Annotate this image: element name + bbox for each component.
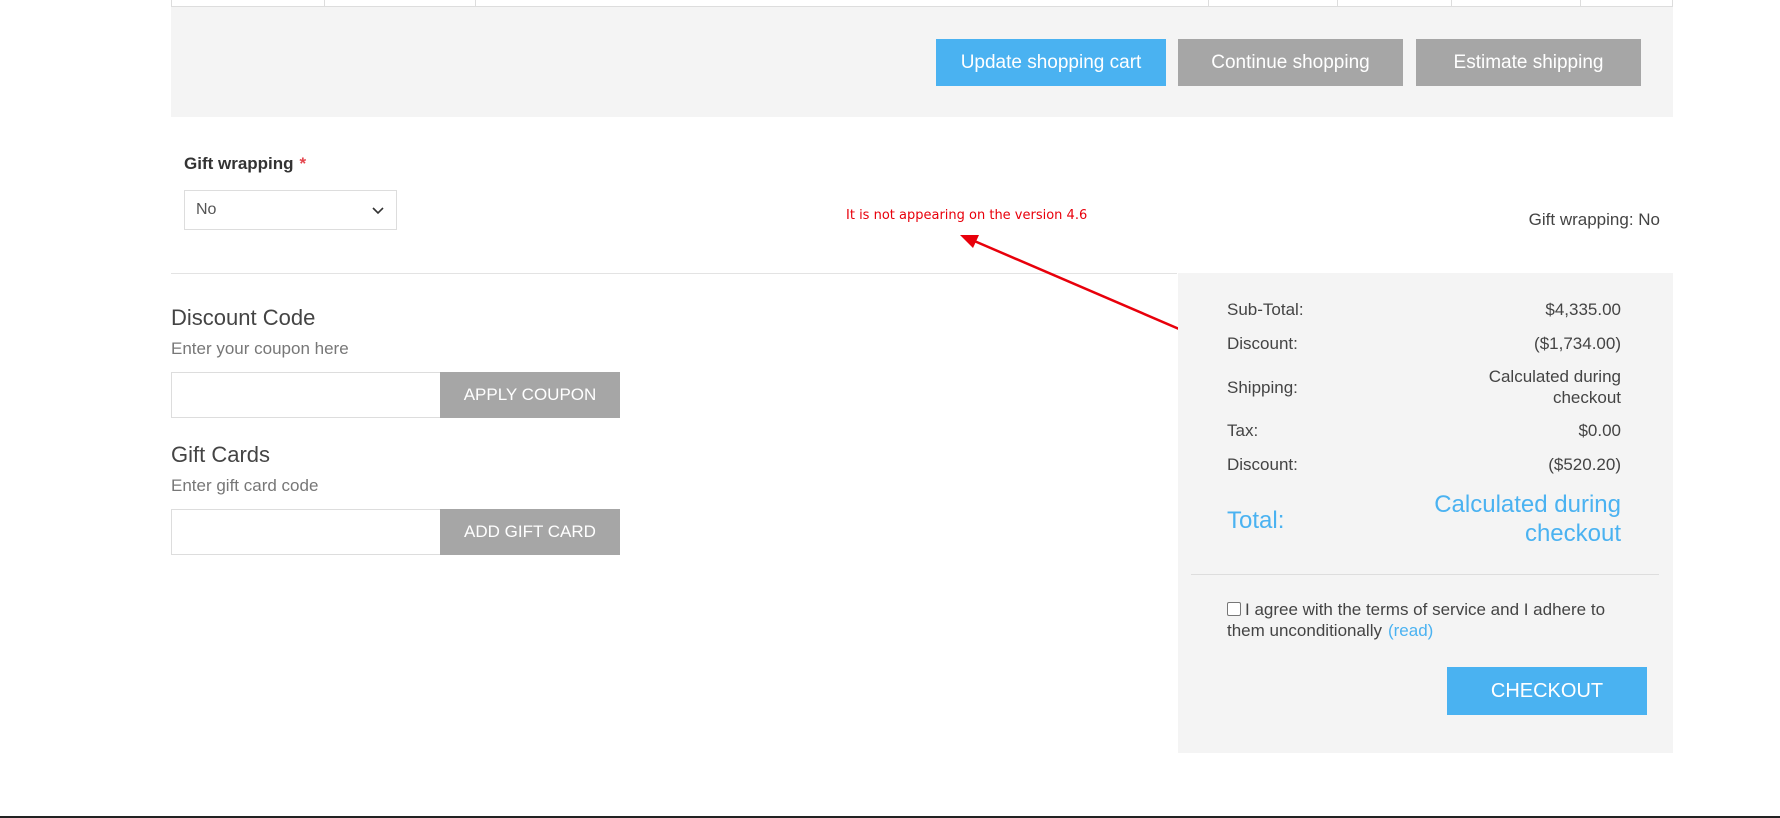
gift-wrapping-label: Gift wrapping *: [184, 154, 306, 174]
discount2-label: Discount:: [1227, 455, 1298, 474]
add-gift-card-button[interactable]: ADD GIFT CARD: [440, 509, 620, 555]
discount-label: Discount:: [1227, 334, 1298, 353]
chevron-down-icon: [372, 207, 384, 215]
required-mark: *: [299, 154, 307, 173]
gift-wrapping-select[interactable]: No: [184, 190, 397, 230]
discount2-value: ($520.20): [1548, 455, 1621, 474]
terms-agreement: I agree with the terms of service and I …: [1227, 599, 1627, 641]
annotation-note: It is not appearing on the version 4.6: [846, 208, 1088, 223]
total-value-line1: Calculated during: [1434, 491, 1621, 518]
cart-actions-bar: Update shopping cart Continue shopping E…: [171, 7, 1673, 117]
update-cart-button[interactable]: Update shopping cart: [936, 39, 1166, 86]
totals-separator: [1191, 574, 1659, 575]
gift-card-input[interactable]: [171, 509, 441, 555]
terms-read-link[interactable]: (read): [1388, 621, 1433, 640]
apply-coupon-button[interactable]: APPLY COUPON: [440, 372, 620, 418]
discount-value: ($1,734.00): [1534, 334, 1621, 353]
shipping-value-line1: Calculated during: [1488, 367, 1621, 386]
shipping-value-line2: checkout: [1552, 388, 1621, 407]
discount-code-title: Discount Code: [171, 305, 316, 330]
discount-code-input[interactable]: [171, 372, 441, 418]
discount-code-hint: Enter your coupon here: [171, 339, 349, 358]
gift-wrapping-label-text: Gift wrapping: [184, 154, 294, 173]
tax-value: $0.00: [1578, 421, 1621, 440]
table-col-divider: [1451, 0, 1452, 6]
gift-cards-title: Gift Cards: [171, 442, 271, 467]
annotation-arrowhead: [960, 235, 979, 248]
section-divider: [171, 273, 1177, 274]
total-label: Total:: [1227, 507, 1285, 534]
total-value: Calculated during checkout: [1434, 490, 1621, 548]
checkout-button[interactable]: CHECKOUT: [1447, 667, 1647, 715]
tax-label: Tax:: [1227, 421, 1259, 440]
continue-shopping-button[interactable]: Continue shopping: [1178, 39, 1403, 86]
total-row: Total: Calculated during checkout: [1227, 490, 1621, 550]
table-col-divider: [1208, 0, 1209, 6]
gift-wrapping-summary: Gift wrapping: No: [1528, 210, 1660, 229]
shipping-value: Calculated during checkout: [1489, 366, 1621, 408]
shipping-row: Shipping: Calculated during checkout: [1227, 366, 1621, 410]
order-totals-panel: Sub-Total: $4,335.00 Discount: ($1,734.0…: [1178, 273, 1673, 753]
cart-page: Update shopping cart Continue shopping E…: [0, 0, 1780, 818]
total-value-line2: checkout: [1524, 520, 1621, 547]
table-col-divider: [324, 0, 325, 6]
gift-cards-hint: Enter gift card code: [171, 476, 319, 495]
gift-wrapping-selected-value: No: [196, 201, 217, 218]
cart-table-bottom: [171, 0, 1673, 7]
subtotal-value: $4,335.00: [1545, 300, 1621, 319]
terms-checkbox[interactable]: [1227, 602, 1241, 616]
table-col-divider: [1337, 0, 1338, 6]
subtotal-label: Sub-Total:: [1227, 300, 1304, 319]
estimate-shipping-button[interactable]: Estimate shipping: [1416, 39, 1641, 86]
shipping-label: Shipping:: [1227, 378, 1298, 397]
table-col-divider: [1580, 0, 1581, 6]
table-col-divider: [475, 0, 476, 6]
